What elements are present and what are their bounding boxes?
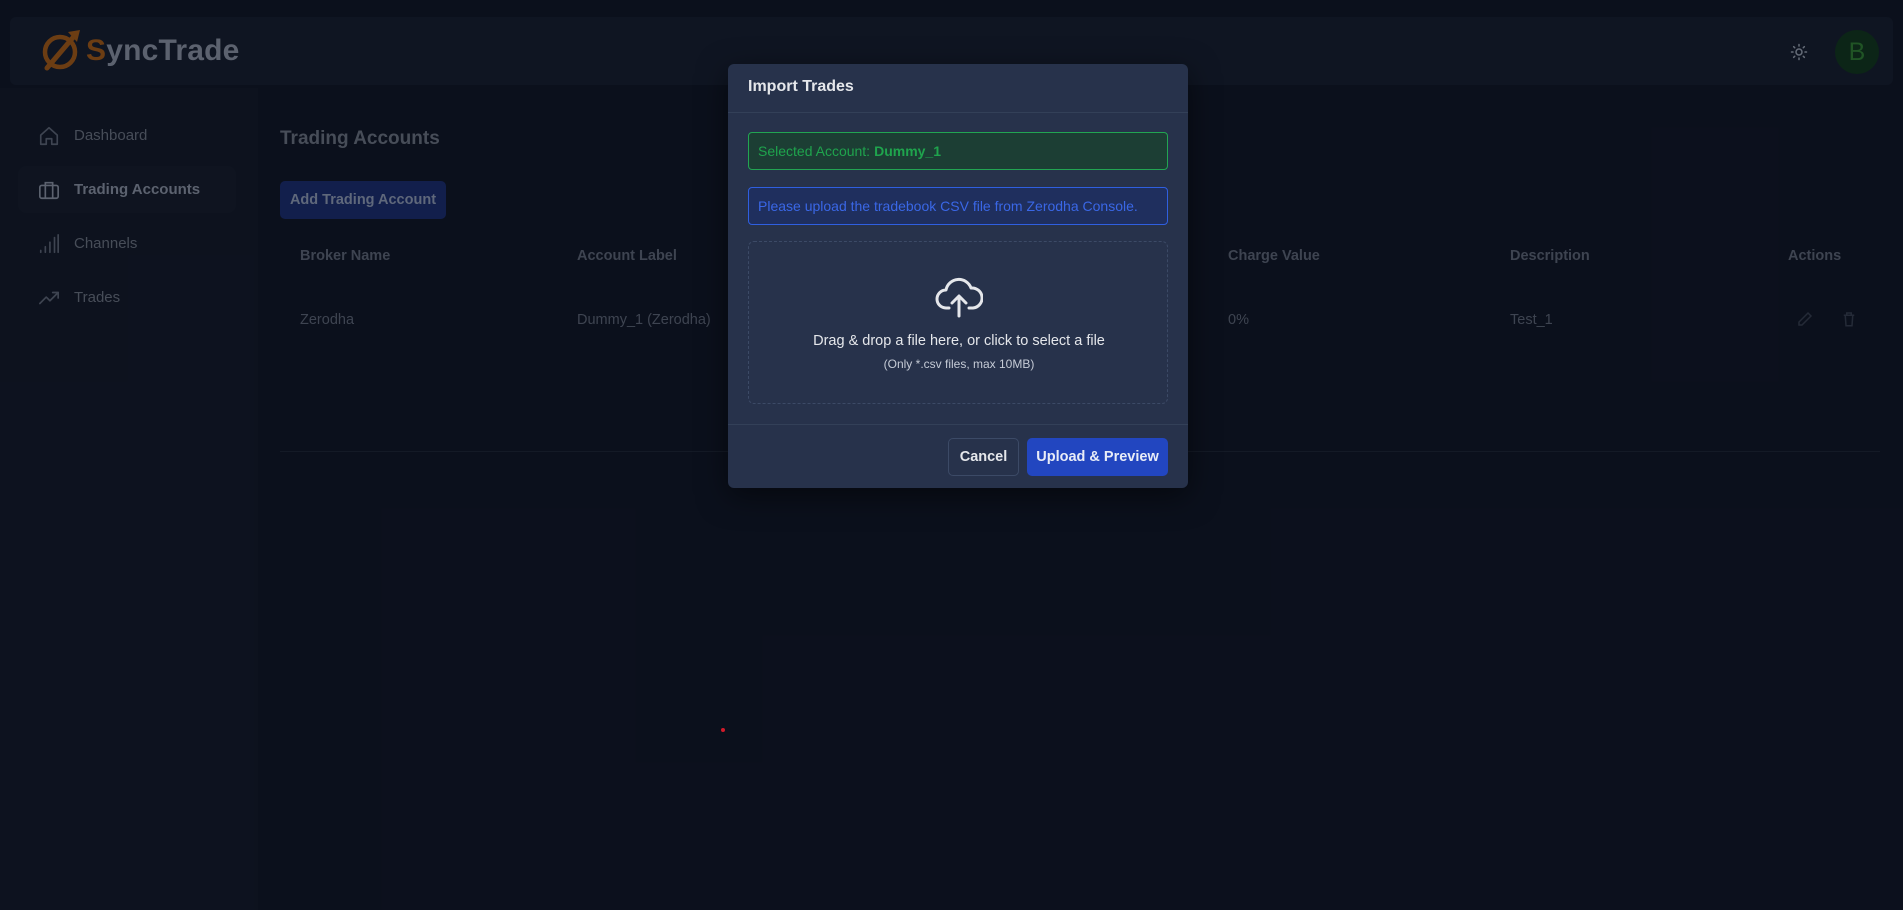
modal-footer-divider (728, 424, 1188, 425)
modal-title: Import Trades (748, 78, 854, 95)
dropzone-subtext: (Only *.csv files, max 10MB) (883, 357, 1035, 371)
cloud-upload-icon (935, 277, 983, 318)
file-dropzone[interactable]: Drag & drop a file here, or click to sel… (748, 241, 1168, 404)
mouse-cursor-marker (721, 728, 725, 732)
upload-info-alert: Please upload the tradebook CSV file fro… (748, 187, 1168, 225)
upload-preview-button[interactable]: Upload & Preview (1027, 438, 1168, 476)
cancel-button[interactable]: Cancel (948, 438, 1019, 476)
import-trades-modal: Import Trades Selected Account: Dummy_1 … (728, 64, 1188, 488)
modal-header-divider (728, 112, 1188, 113)
selected-account-alert: Selected Account: Dummy_1 (748, 132, 1168, 170)
selected-account-prefix: Selected Account: (758, 143, 871, 159)
dropzone-text: Drag & drop a file here, or click to sel… (813, 333, 1105, 349)
selected-account-value: Dummy_1 (874, 143, 941, 159)
